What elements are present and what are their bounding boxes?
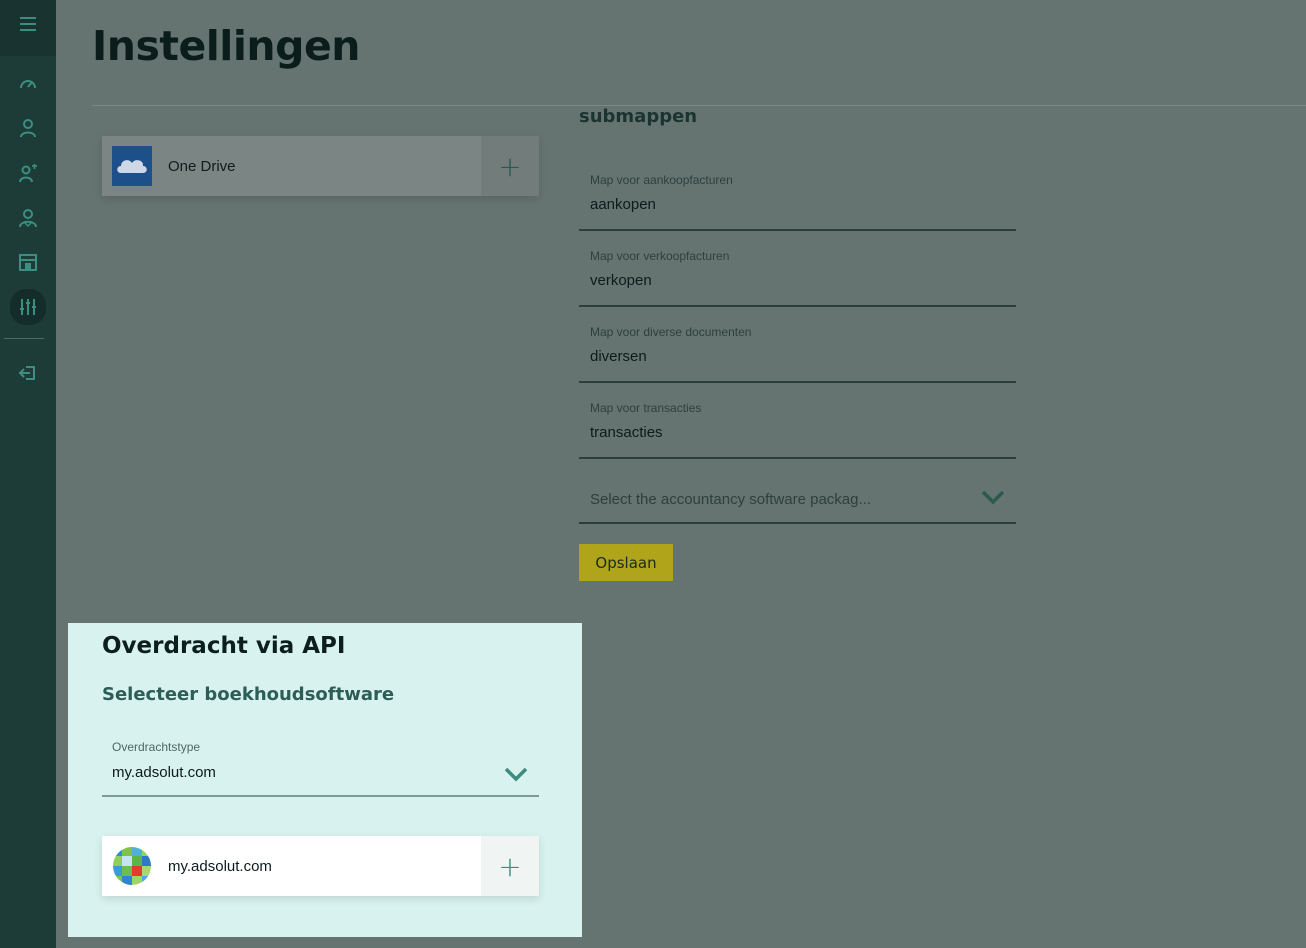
transfer-type-select[interactable]: Overdrachtstype my.adsolut.com <box>102 725 539 797</box>
transactions-folder-field[interactable]: Map voor transacties transacties <box>579 381 1016 459</box>
accountancy-software-select[interactable]: Select the accountancy software packag..… <box>579 474 1016 524</box>
api-subtitle: Selecteer boekhoudsoftware <box>102 684 395 705</box>
onedrive-label: One Drive <box>168 157 236 175</box>
add-onedrive-button[interactable]: + <box>481 136 539 196</box>
purchase-folder-label: Map voor aankoopfacturen <box>590 173 733 187</box>
sales-folder-value[interactable]: verkopen <box>590 272 652 289</box>
sidebar-divider <box>4 338 44 339</box>
sidebar <box>0 0 56 948</box>
api-title: Overdracht via API <box>102 633 346 659</box>
sales-folder-field[interactable]: Map voor verkoopfacturen verkopen <box>579 229 1016 307</box>
menu-icon[interactable] <box>12 8 44 40</box>
users-icon[interactable] <box>12 202 44 234</box>
store-icon[interactable] <box>12 246 44 278</box>
page-title: Instellingen <box>92 22 360 70</box>
accountancy-software-placeholder: Select the accountancy software packag..… <box>590 491 871 508</box>
purchase-folder-field[interactable]: Map voor aankoopfacturen aankopen <box>579 153 1016 231</box>
logout-icon[interactable] <box>12 357 44 389</box>
misc-folder-field[interactable]: Map voor diverse documenten diversen <box>579 305 1016 383</box>
speedometer-icon[interactable] <box>12 68 44 100</box>
misc-folder-value[interactable]: diversen <box>590 348 647 365</box>
onedrive-connector-card[interactable]: One Drive + <box>102 136 539 196</box>
chevron-down-icon <box>981 490 1005 505</box>
transfer-type-value[interactable]: my.adsolut.com <box>112 764 216 781</box>
chevron-down-icon <box>504 767 528 782</box>
transfer-type-label: Overdrachtstype <box>112 740 201 754</box>
transactions-folder-label: Map voor transacties <box>590 401 702 415</box>
sales-folder-label: Map voor verkoopfacturen <box>590 249 730 263</box>
adsolut-icon <box>112 846 152 886</box>
misc-folder-label: Map voor diverse documenten <box>590 325 752 339</box>
sliders-icon[interactable] <box>10 289 46 325</box>
onedrive-icon <box>112 146 152 186</box>
adsolut-connector-card[interactable]: my.adsolut.com + <box>102 836 539 896</box>
purchase-folder-value[interactable]: aankopen <box>590 196 656 213</box>
user-icon[interactable] <box>12 112 44 144</box>
adsolut-label: my.adsolut.com <box>168 857 272 875</box>
add-adsolut-button[interactable]: + <box>481 836 539 896</box>
save-button[interactable]: Opslaan <box>579 544 673 581</box>
transactions-folder-value[interactable]: transacties <box>590 424 663 441</box>
title-divider <box>92 105 1306 106</box>
subfolders-title: submappen <box>579 106 698 127</box>
user-plus-icon[interactable] <box>12 157 44 189</box>
